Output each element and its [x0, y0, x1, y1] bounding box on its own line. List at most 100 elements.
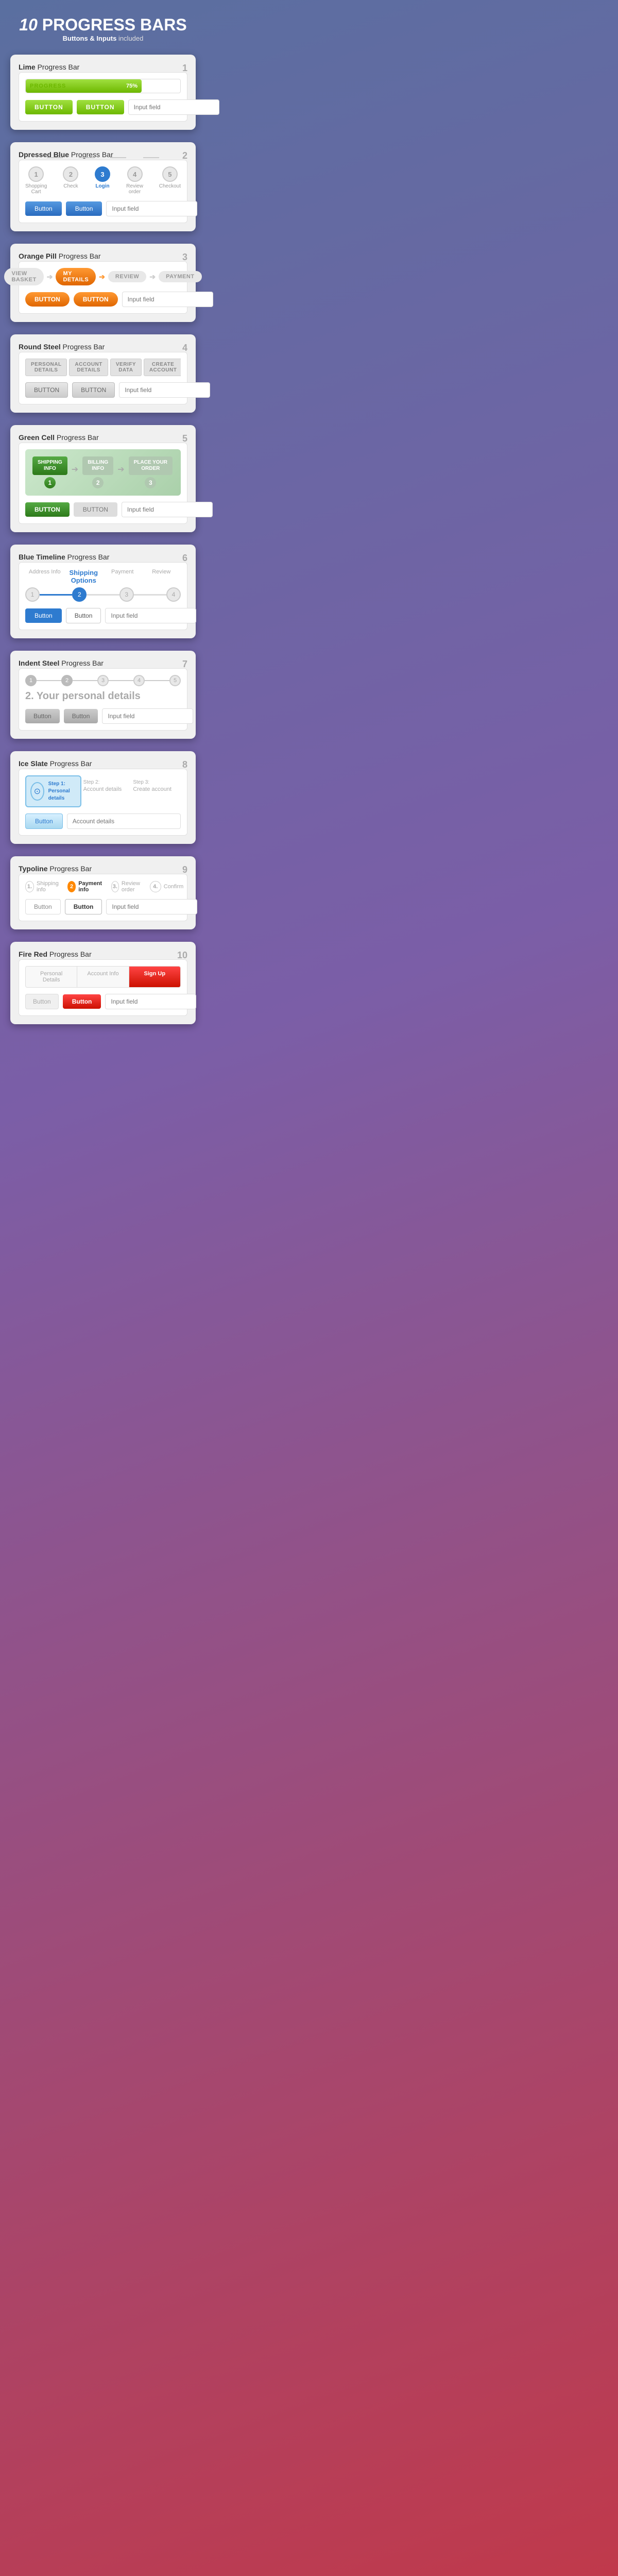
fire-btn-row: Button Button — [25, 994, 181, 1009]
gcell-arrow-2: ➔ — [117, 464, 124, 474]
indent-node-1: 1 — [25, 675, 37, 686]
step-5: 5 Checkout — [159, 166, 181, 189]
green-input[interactable] — [122, 502, 213, 517]
step-circle-4: 4 — [127, 166, 143, 182]
lime-progress-bar: PROGRESS 75% — [25, 79, 181, 93]
typo-input[interactable] — [106, 899, 197, 914]
step-label-1: Shopping Cart — [25, 183, 47, 195]
connector-4-5 — [143, 157, 159, 158]
indent-line-2-3 — [73, 680, 97, 681]
typo-label-2: Payment info — [78, 880, 105, 893]
typo-btn1[interactable]: Button — [25, 899, 61, 914]
green-btn-row: BUTTON BUTTON — [25, 502, 181, 517]
ice-step-3: Step 3: Create account — [131, 775, 181, 807]
orange-btn1[interactable]: BUTTON — [25, 292, 70, 307]
card-number-5: 5 — [182, 433, 187, 444]
typo-num-1: 1. — [25, 881, 34, 892]
typo-num-2: 2 — [67, 881, 76, 892]
pill-step-3: REVIEW — [108, 271, 146, 282]
connector-3-4 — [110, 157, 126, 158]
blue-btn1[interactable]: Button — [25, 201, 62, 216]
card-round-steel: 4 Round Steel Progress Bar PERSONAL DETA… — [10, 334, 196, 413]
typo-step-3: 3. Review order — [111, 880, 144, 893]
card-number-8: 8 — [182, 759, 187, 770]
timeline-labels: Address Info Shipping Options Payment Re… — [25, 569, 181, 584]
steel-btn2[interactable]: BUTTON — [72, 382, 115, 398]
card-lime: 1 Lime Progress Bar PROGRESS 75% BUTTON … — [10, 55, 196, 130]
gcell-box-2: BILLINGINFO — [82, 456, 113, 475]
tl-node-4: 4 — [166, 587, 181, 602]
orange-btn2[interactable]: BUTTON — [74, 292, 118, 307]
typo-num-4: 4. — [150, 881, 161, 892]
card-number-4: 4 — [182, 343, 187, 353]
timeline-input[interactable] — [105, 608, 196, 623]
indent-subtitle: 2. Your personal details — [25, 690, 181, 702]
card-title-9: 9 Typoline Progress Bar — [19, 865, 187, 874]
tl-node-2: 2 — [72, 587, 87, 602]
green-btn1[interactable]: BUTTON — [25, 502, 70, 517]
indent-bar: 1 2 3 4 5 — [25, 675, 181, 686]
timeline-inner: Address Info Shipping Options Payment Re… — [19, 562, 187, 630]
lime-bar-label: PROGRESS — [30, 83, 66, 89]
tl-label-4: Review — [142, 569, 181, 584]
indent-btn1[interactable]: Button — [25, 709, 60, 723]
ice-inner: ⊙ Step 1: Personal details Step 2: Accou… — [19, 769, 187, 836]
ice-btn-row: Button — [25, 814, 181, 829]
fire-steps: Personal Details Account Info Sign Up — [25, 966, 181, 988]
pill-step-4: PAYMENT — [159, 271, 201, 282]
pill-step-2: MY DETAILS — [56, 268, 96, 285]
typo-label-3: Review order — [122, 880, 144, 893]
card-title-1: 1 Lime Progress Bar — [19, 63, 187, 72]
card-title-4: 4 Round Steel Progress Bar — [19, 343, 187, 352]
ice-btn1[interactable]: Button — [25, 814, 63, 829]
fire-step-3: Sign Up — [129, 967, 180, 987]
green-btn2[interactable]: BUTTON — [74, 502, 117, 517]
card-number-9: 9 — [182, 865, 187, 875]
card-title-3: 3 Orange Pill Progress Bar — [19, 252, 187, 261]
typo-num-3: 3. — [111, 881, 119, 892]
timeline-bar: 1 2 3 4 — [25, 587, 181, 602]
typo-steps: 1. Shipping info 2 Payment info 3. Revie… — [25, 880, 181, 893]
steel-btn1[interactable]: BUTTON — [25, 382, 68, 398]
typo-step-4: 4. Confirm — [150, 881, 184, 892]
timeline-btn-row: Button Button — [25, 608, 181, 623]
connector-2-3 — [79, 157, 95, 158]
fire-input[interactable] — [105, 994, 196, 1009]
fire-btn2[interactable]: Button — [63, 994, 101, 1009]
pill-arrow-3: ➔ — [149, 273, 156, 281]
lime-btn2[interactable]: BUTTON — [77, 100, 124, 114]
tl-label-3: Payment — [103, 569, 142, 584]
lime-input[interactable] — [128, 99, 219, 115]
tl-label-1: Address Info — [25, 569, 64, 584]
orange-input[interactable] — [122, 292, 213, 307]
timeline-btn1[interactable]: Button — [25, 608, 62, 623]
header-num: 10 — [19, 15, 38, 34]
step-2: 2 Check — [63, 166, 79, 189]
typo-btn2[interactable]: Button — [65, 899, 102, 914]
ice-step-num-1: Step 1: — [48, 781, 76, 788]
card-title-2: 2 Dpressed Blue Progress Bar — [19, 150, 187, 160]
ice-steps: ⊙ Step 1: Personal details Step 2: Accou… — [25, 775, 181, 807]
pill-step-1: VIEW BASKET — [4, 268, 43, 285]
pill-steps: VIEW BASKET ➔ MY DETAILS ➔ REVIEW ➔ PAYM… — [25, 268, 181, 285]
steel-input[interactable] — [119, 382, 210, 398]
indent-node-3: 3 — [97, 675, 109, 686]
indent-node-2: 2 — [61, 675, 73, 686]
blue-btn2[interactable]: Button — [66, 201, 102, 216]
ice-step-label-1: Personal details — [48, 788, 76, 802]
card-title-10: 10 Fire Red Progress Bar — [19, 950, 187, 959]
gcell-arrow-1: ➔ — [72, 464, 78, 474]
step-3: 3 Login — [95, 166, 111, 189]
steel-steps: PERSONAL DETAILS ACCOUNT DETAILS VERIFY … — [25, 359, 181, 376]
lime-btn1[interactable]: BUTTON — [25, 100, 73, 114]
blue-input[interactable] — [106, 201, 197, 216]
timeline-btn2[interactable]: Button — [66, 608, 101, 623]
fire-btn1[interactable]: Button — [25, 994, 59, 1009]
typo-label-4: Confirm — [164, 884, 184, 890]
indent-input[interactable] — [102, 708, 193, 724]
indent-inner: 1 2 3 4 5 2. Your personal details Butto… — [19, 668, 187, 731]
ice-input[interactable] — [67, 814, 181, 829]
indent-line-3-4 — [109, 680, 133, 681]
indent-btn2[interactable]: Button — [64, 709, 98, 723]
blue-btn-row: Button Button — [25, 201, 181, 216]
